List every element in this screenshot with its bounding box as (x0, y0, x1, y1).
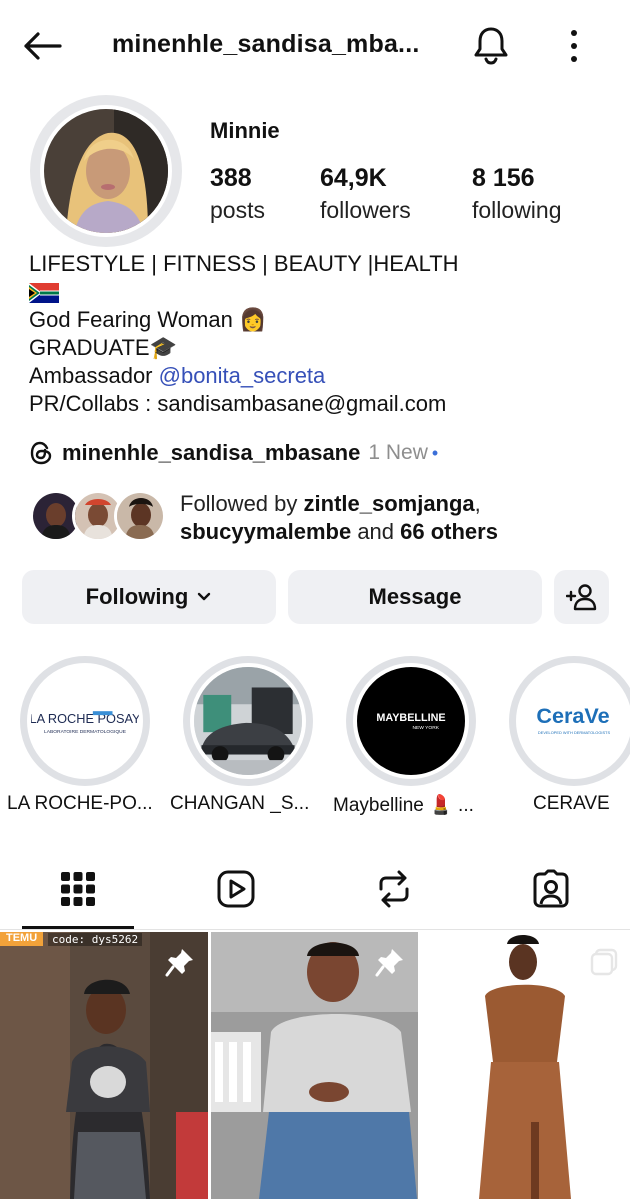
tab-posts[interactable] (48, 864, 108, 914)
maybelline-logo: MAYBELLINE NEW YORK (353, 663, 469, 779)
maybelline-logo-subtext: NEW YORK (412, 725, 439, 731)
posts-label: posts (210, 197, 265, 223)
bio-line-faith: God Fearing Woman 👩 (29, 306, 459, 334)
grid-post-1[interactable]: TEMU code: dys5262 (0, 932, 208, 1199)
followed-by-user-2: sbucyymalembe (180, 519, 352, 544)
grid-icon (61, 872, 95, 906)
highlight-la-roche-posay[interactable]: LA ROCHE POSAY LABORATOIRE DERMATOLOGIQU… (20, 656, 150, 786)
highlight-maybelline[interactable]: MAYBELLINE NEW YORK (346, 656, 476, 786)
tabs-divider (0, 929, 630, 930)
followed-by[interactable]: Followed by zintle_somjanga, sbucyymalem… (30, 488, 610, 548)
chevron-down-icon (198, 592, 211, 601)
la-roche-posay-logo-text: LA ROCHE POSAY (31, 711, 139, 726)
highlight-ring (183, 656, 313, 786)
bio-line-contact: PR/Collabs : sandisambasane@gmail.com (29, 391, 447, 416)
followed-by-sep: , (474, 491, 481, 516)
highlight-ring: CeraVe DEVELOPED WITH DERMATOLOGISTS (509, 656, 630, 786)
tab-reels[interactable] (206, 864, 266, 914)
highlight-ring: MAYBELLINE NEW YORK (346, 656, 476, 786)
message-button[interactable]: Message (288, 570, 542, 624)
following-stat[interactable]: 8 156 following (472, 162, 562, 226)
back-arrow-icon (24, 32, 62, 60)
following-count: 8 156 (472, 164, 535, 192)
followers-count: 64,9K (320, 164, 387, 192)
more-options-button[interactable] (560, 26, 588, 66)
posts-grid: TEMU code: dys5262 (0, 932, 630, 1199)
cerave-logo-text: CeraVe (536, 703, 609, 728)
highlight-cerave[interactable]: CeraVe DEVELOPED WITH DERMATOLOGISTS (509, 656, 630, 786)
tagged-icon (533, 869, 569, 908)
highlight-label-cerave: CERAVE (533, 793, 610, 814)
pin-icon (375, 949, 403, 977)
highlight-label-la-roche-posay: LA ROCHE-PO... (7, 793, 153, 814)
la-roche-posay-logo-subtext: LABORATOIRE DERMATOLOGIQUE (44, 729, 127, 735)
followed-by-user-1: zintle_somjanga (303, 491, 475, 516)
following-button[interactable]: Following (22, 570, 276, 624)
multi-post-icon (590, 948, 618, 976)
bio-line-graduate: GRADUATE🎓 (29, 334, 459, 362)
changan-cover (190, 663, 306, 779)
threads-icon (30, 441, 52, 465)
threads-new-label: 1 New (368, 441, 428, 464)
avatar-image (40, 105, 172, 237)
notifications-button[interactable] (470, 24, 512, 66)
following-button-label: Following (85, 584, 189, 609)
followed-by-prefix: Followed by (180, 491, 304, 516)
highlight-changan[interactable] (183, 656, 313, 786)
mutual-avatars (30, 490, 170, 546)
bio-graduate-text: GRADUATE (29, 335, 150, 360)
followed-by-text: Followed by zintle_somjanga, sbucyymalem… (180, 490, 498, 546)
graduation-cap-emoji: 🎓 (149, 335, 178, 360)
mention-link[interactable]: @bonita_secreta (159, 363, 326, 388)
following-label: following (472, 197, 562, 223)
message-button-label: Message (368, 584, 462, 609)
bio-faith-text: God Fearing Woman (29, 307, 233, 332)
followed-by-others: 66 others (400, 519, 498, 544)
post-1-code: code: dys5262 (48, 933, 143, 946)
back-button[interactable] (20, 26, 64, 66)
reposts-icon (379, 870, 409, 908)
bio-line-categories: LIFESTYLE | FITNESS | BEAUTY |HEALTH (29, 251, 459, 276)
bio-line-ambassador: Ambassador @bonita_secreta (29, 362, 459, 390)
cerave-logo-subtext: DEVELOPED WITH DERMATOLOGISTS (538, 730, 611, 735)
cerave-logo: CeraVe DEVELOPED WITH DERMATOLOGISTS (516, 663, 630, 779)
maybelline-logo-text: MAYBELLINE (376, 712, 445, 724)
followers-label: followers (320, 197, 411, 223)
suggested-accounts-button[interactable] (554, 570, 609, 624)
la-roche-posay-logo: LA ROCHE POSAY LABORATOIRE DERMATOLOGIQU… (27, 663, 143, 779)
bell-icon (474, 27, 508, 65)
threads-new-dot: • (431, 442, 439, 463)
display-name: Minnie (210, 118, 280, 143)
south-africa-flag-icon (29, 283, 59, 304)
highlight-ring: LA ROCHE POSAY LABORATOIRE DERMATOLOGIQU… (20, 656, 150, 786)
reels-icon (217, 870, 255, 908)
bio-line-flag (29, 278, 459, 306)
top-bar: minenhle_sandisa_mba... (0, 0, 630, 90)
add-person-icon (565, 584, 596, 611)
active-tab-indicator (22, 926, 134, 929)
profile-bio: LIFESTYLE | FITNESS | BEAUTY |HEALTH God… (29, 250, 459, 418)
profile-tabs (0, 850, 630, 930)
threads-link[interactable]: minenhle_sandisa_mbasane 1 New • (30, 440, 438, 466)
profile-username: minenhle_sandisa_mba... (112, 30, 420, 58)
threads-handle: minenhle_sandisa_mbasane (62, 440, 361, 465)
highlight-label-changan: CHANGAN _S... (170, 793, 310, 814)
posts-stat[interactable]: 388 posts (210, 162, 265, 226)
mutual-avatar-3 (114, 490, 166, 542)
posts-count: 388 (210, 164, 252, 192)
pin-icon (165, 949, 193, 977)
grid-post-3[interactable] (421, 932, 630, 1199)
profile-avatar[interactable] (30, 95, 182, 247)
tab-reposts[interactable] (364, 864, 424, 914)
post-1-badge: TEMU (0, 932, 44, 946)
bio-ambassador-text: Ambassador (29, 363, 159, 388)
followed-by-middle: and (351, 519, 401, 544)
grid-post-2[interactable] (211, 932, 418, 1199)
tab-tagged[interactable] (521, 864, 581, 914)
followers-stat[interactable]: 64,9K followers (320, 162, 411, 226)
highlight-label-maybelline: Maybelline 💄 ... (333, 795, 474, 816)
more-vertical-icon (571, 30, 577, 62)
woman-emoji: 👩 (238, 307, 267, 332)
